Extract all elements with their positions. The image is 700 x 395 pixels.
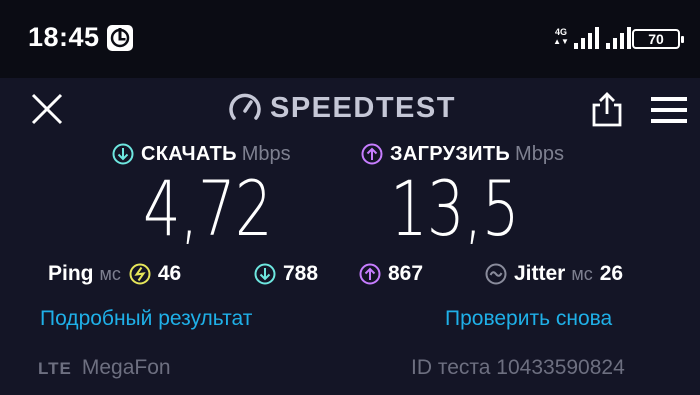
share-icon[interactable]	[590, 92, 624, 128]
clock: 18:45	[28, 22, 100, 52]
download-arrow-icon	[112, 143, 134, 165]
ping-value: 46	[157, 262, 182, 285]
jitter-unit: мс	[571, 263, 593, 284]
ping-unit: мс	[99, 263, 121, 284]
upload-latency-value: 867	[388, 262, 424, 285]
download-latency-value: 788	[283, 262, 319, 285]
signal-icon-sim2	[606, 27, 631, 49]
upload-arrow-icon	[361, 143, 383, 165]
upload-unit: Mbps	[515, 142, 564, 165]
download-speed-value: 4,72	[143, 164, 273, 253]
speedometer-icon	[229, 93, 261, 120]
test-id: ID теста 10433590824	[411, 356, 625, 379]
upload-latency-icon	[359, 263, 381, 285]
upload-speed-value: 13,5	[390, 164, 520, 253]
upload-label: ЗАГРУЗИТЬ	[390, 142, 511, 165]
menu-icon[interactable]	[651, 96, 687, 124]
jitter-label: Jitter	[514, 262, 566, 285]
download-latency-icon	[254, 263, 276, 285]
jitter-value: 26	[599, 262, 624, 285]
upload-latency-stat: 867	[359, 260, 423, 288]
provider-name: MegaFon	[81, 356, 171, 379]
signal-icon	[574, 27, 599, 49]
ping-label: Ping	[48, 262, 94, 285]
close-icon[interactable]	[30, 92, 64, 126]
logo-text: SPEEDTEST	[270, 91, 456, 124]
status-bar: 18:45 4G ▲▼ 70	[0, 0, 700, 78]
speedtest-logo: SPEEDTEST	[228, 88, 456, 128]
network-type-indicator: 4G ▲▼	[553, 27, 569, 46]
jitter-wave-icon	[485, 263, 507, 285]
download-unit: Mbps	[241, 142, 291, 165]
detailed-result-link[interactable]: Подробный результат	[40, 307, 252, 331]
network-provider: LTE MegaFon	[38, 356, 171, 380]
download-latency-stat: 788	[254, 260, 318, 288]
network-type-label: LTE	[38, 359, 72, 378]
test-again-link[interactable]: Проверить снова	[445, 307, 612, 331]
ping-bolt-icon	[129, 263, 151, 285]
app-notification-icon	[107, 25, 133, 51]
jitter-stat: Jitter мс 26	[485, 260, 623, 288]
battery-level: 70	[648, 31, 664, 47]
download-label: СКАЧАТЬ	[141, 142, 237, 165]
battery-icon: 70	[632, 29, 684, 49]
ping-stat: Ping мс 46	[48, 260, 181, 288]
